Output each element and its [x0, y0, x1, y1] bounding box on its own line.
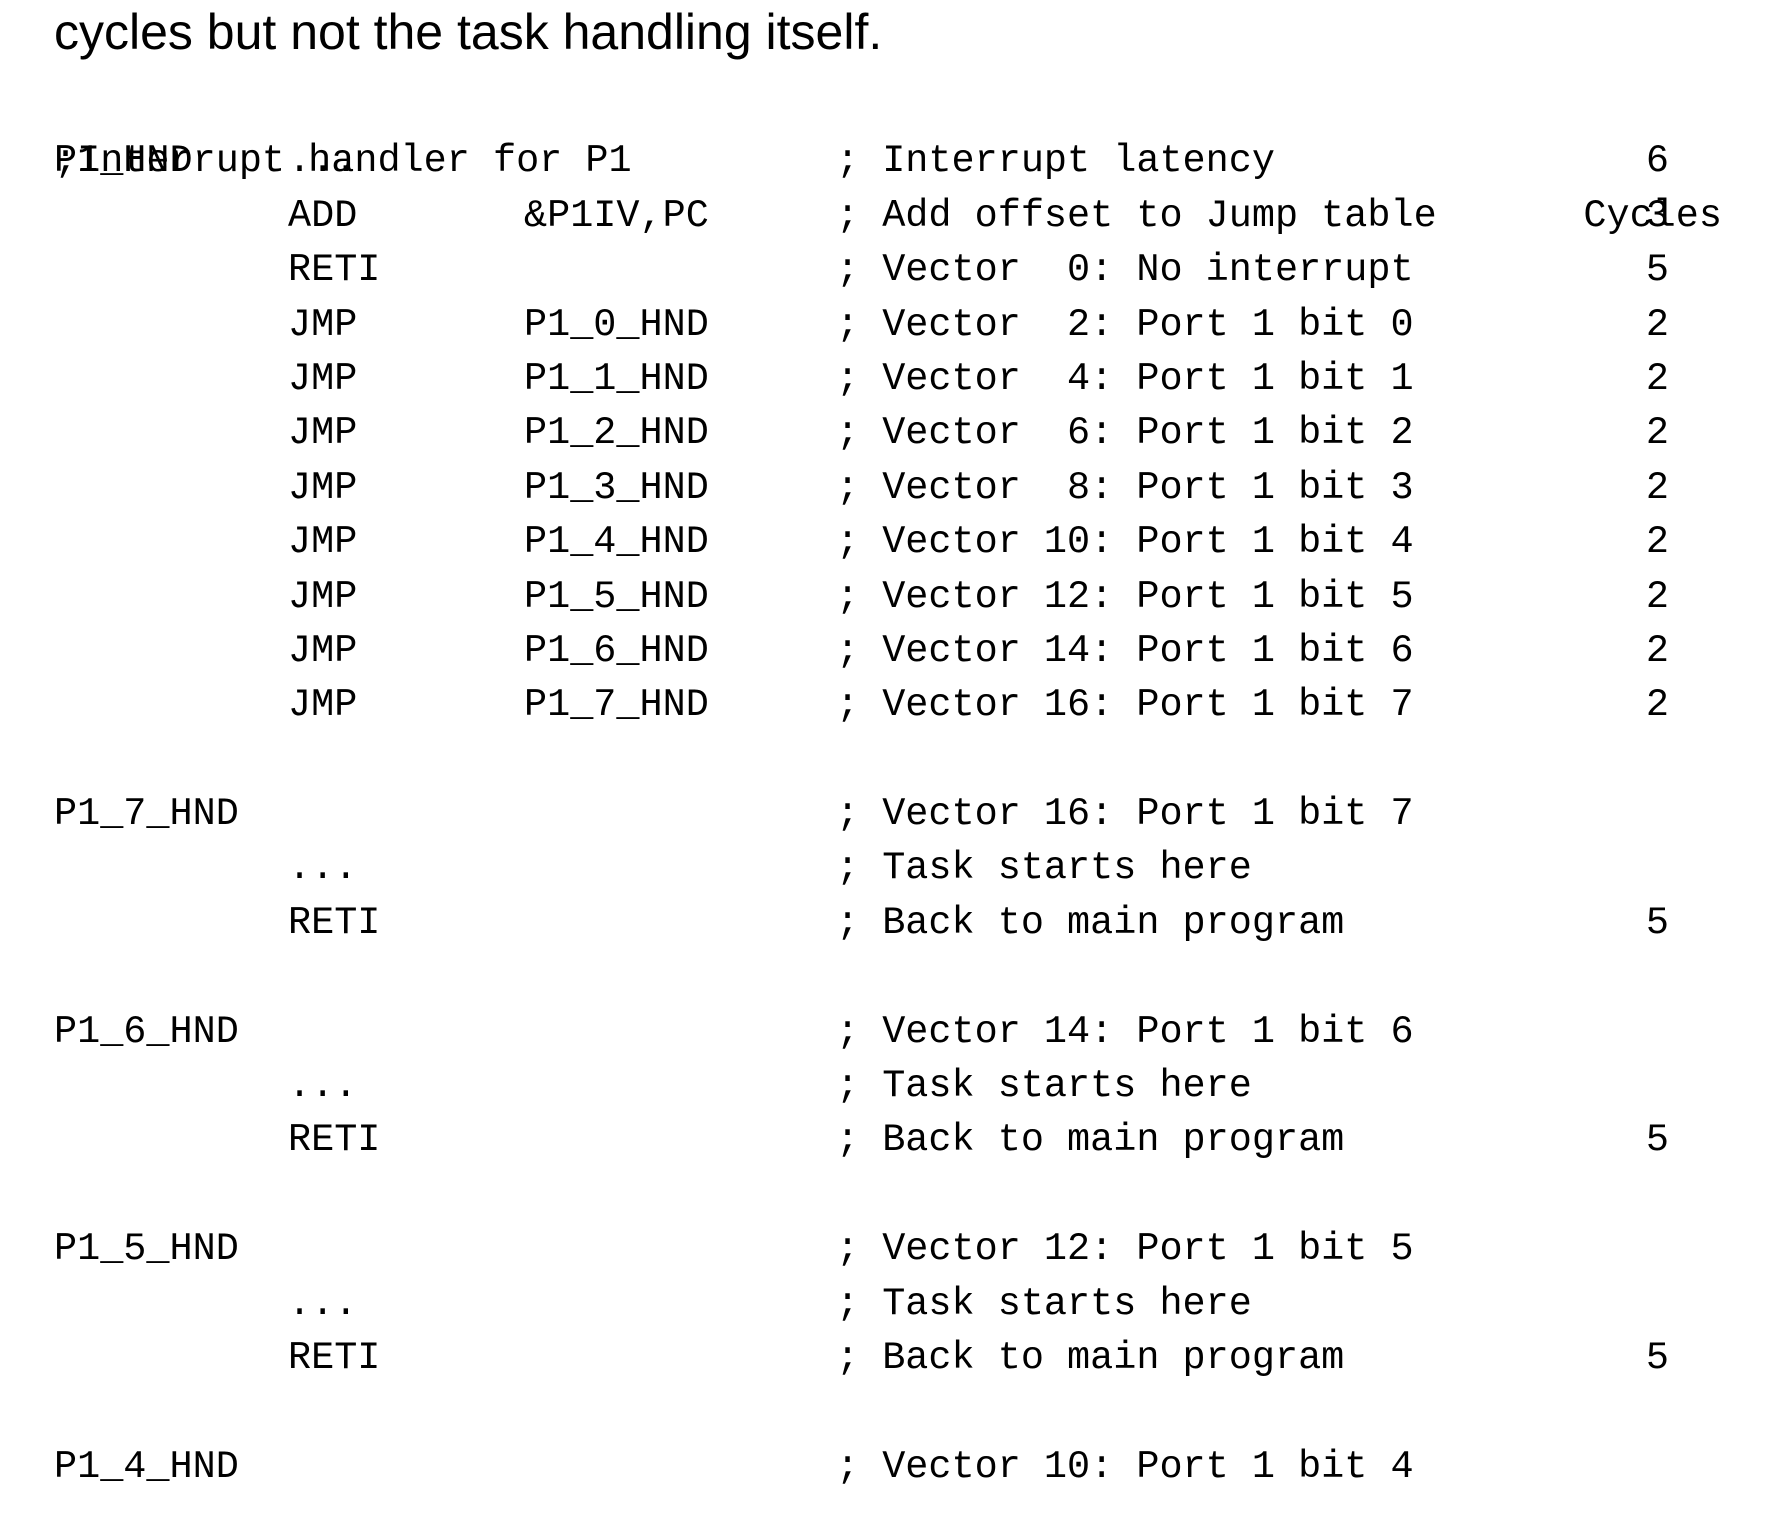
code-line: P1_5_HND ; Vector 12: Port 1 bit 5 [0, 1222, 1784, 1276]
cycle-count: 5 [1645, 248, 1669, 293]
code-line: RETI ; Back to main program 5 [0, 1113, 1784, 1167]
code-opcode: ... [288, 1281, 358, 1326]
code-opcode: JMP [288, 411, 358, 456]
code-line: ... ; Task starts here [0, 1277, 1784, 1331]
cycle-count: 2 [1645, 356, 1669, 401]
code-operand: &P1IV,PC [524, 193, 709, 238]
code-opcode: ADD [288, 193, 358, 238]
code-opcode: ... [288, 139, 358, 184]
code-label: P1_7_HND [54, 792, 239, 837]
code-opcode: RETI [288, 248, 381, 293]
code-operand: P1_4_HND [524, 520, 709, 565]
listing-header-row: ;Interrupt handler for P1 Cycles [0, 80, 1784, 237]
code-comment: ; Vector 4: Port 1 bit 1 [836, 356, 1414, 401]
code-comment: ; Task starts here [836, 846, 1252, 891]
code-comment: ; Vector 12: Port 1 bit 5 [836, 574, 1414, 619]
code-comment: ; Vector 10: Port 1 bit 4 [836, 1444, 1414, 1489]
code-operand: P1_0_HND [524, 302, 709, 347]
code-opcode: JMP [288, 356, 358, 401]
code-line: JMP P1_3_HND ; Vector 8: Port 1 bit 3 2 [0, 461, 1784, 515]
code-line: ADD &P1IV,PC ; Add offset to Jump table 3 [0, 189, 1784, 243]
code-line: RETI ; Back to main program 5 [0, 1331, 1784, 1385]
code-line: JMP P1_1_HND ; Vector 4: Port 1 bit 1 2 [0, 352, 1784, 406]
cycle-count: 2 [1645, 574, 1669, 619]
code-opcode: ... [288, 846, 358, 891]
code-line: P1_7_HND ; Vector 16: Port 1 bit 7 [0, 787, 1784, 841]
code-comment: ; Interrupt latency [836, 139, 1275, 184]
code-comment: ; Vector 10: Port 1 bit 4 [836, 520, 1414, 565]
code-line: JMP P1_6_HND ; Vector 14: Port 1 bit 6 2 [0, 624, 1784, 678]
cycle-count: 2 [1645, 628, 1669, 673]
code-line: JMP P1_7_HND ; Vector 16: Port 1 bit 7 2 [0, 678, 1784, 732]
code-operand: P1_2_HND [524, 411, 709, 456]
cycle-count: 2 [1645, 520, 1669, 565]
code-operand: P1_5_HND [524, 574, 709, 619]
code-opcode: JMP [288, 628, 358, 673]
code-opcode: RETI [288, 1118, 381, 1163]
code-line: P1_HND... ; Interrupt latency 6 [0, 134, 1784, 188]
code-operand: P1_6_HND [524, 628, 709, 673]
code-label: P1_6_HND [54, 1009, 239, 1054]
code-opcode: JMP [288, 683, 358, 728]
code-comment: ; Vector 14: Port 1 bit 6 [836, 1009, 1414, 1054]
code-comment: ; Task starts here [836, 1064, 1252, 1109]
code-label: P1_HND [54, 139, 193, 184]
cycle-count: 6 [1645, 139, 1669, 184]
code-comment: ; Vector 16: Port 1 bit 7 [836, 792, 1414, 837]
code-comment: ; Back to main program [836, 900, 1345, 945]
code-comment: ; Vector 6: Port 1 bit 2 [836, 411, 1414, 456]
code-comment: ; Add offset to Jump table [836, 193, 1437, 238]
code-opcode: RETI [288, 1335, 381, 1380]
code-label: P1_4_HND [54, 1444, 239, 1489]
code-opcode: RETI [288, 900, 381, 945]
assembly-listing: ;Interrupt handler for P1 Cycles P1_HND.… [0, 80, 1784, 1494]
code-line: RETI ; Back to main program 5 [0, 896, 1784, 950]
code-comment: ; Vector 16: Port 1 bit 7 [836, 683, 1414, 728]
code-comment: ; Back to main program [836, 1335, 1345, 1380]
code-opcode: JMP [288, 302, 358, 347]
code-comment: ; Task starts here [836, 1281, 1252, 1326]
code-comment: ; Vector 2: Port 1 bit 0 [836, 302, 1414, 347]
code-line: P1_4_HND ; Vector 10: Port 1 bit 4 [0, 1440, 1784, 1494]
code-comment: ; Vector 12: Port 1 bit 5 [836, 1227, 1414, 1272]
code-comment: ; Vector 0: No interrupt [836, 248, 1414, 293]
code-line: JMP P1_2_HND ; Vector 6: Port 1 bit 2 2 [0, 406, 1784, 460]
cycle-count: 2 [1645, 465, 1669, 510]
cycle-count: 2 [1645, 302, 1669, 347]
code-line: JMP P1_4_HND ; Vector 10: Port 1 bit 4 2 [0, 515, 1784, 569]
code-line: JMP P1_5_HND ; Vector 12: Port 1 bit 5 2 [0, 570, 1784, 624]
code-line: ... ; Task starts here [0, 841, 1784, 895]
code-comment: ; Back to main program [836, 1118, 1345, 1163]
cycle-count: 5 [1645, 1118, 1669, 1163]
code-line: JMP P1_0_HND ; Vector 2: Port 1 bit 0 2 [0, 298, 1784, 352]
listing-rows: P1_HND... ; Interrupt latency 6 ADD &P1IV,PC… [0, 134, 1784, 1494]
intro-text: cycles but not the task handling itself. [54, 4, 883, 60]
code-operand: P1_7_HND [524, 683, 709, 728]
code-line: RETI ; Vector 0: No interrupt 5 [0, 243, 1784, 297]
code-comment: ; Vector 14: Port 1 bit 6 [836, 628, 1414, 673]
code-opcode: ... [288, 1064, 358, 1109]
cycle-count: 5 [1645, 900, 1669, 945]
code-line: P1_6_HND ; Vector 14: Port 1 bit 6 [0, 1005, 1784, 1059]
cycle-count: 2 [1645, 683, 1669, 728]
code-label: P1_5_HND [54, 1227, 239, 1272]
cycle-count: 3 [1645, 193, 1669, 238]
code-operand: P1_1_HND [524, 356, 709, 401]
code-line: ... ; Task starts here [0, 1059, 1784, 1113]
code-comment: ; Vector 8: Port 1 bit 3 [836, 465, 1414, 510]
cycle-count: 2 [1645, 411, 1669, 456]
code-operand: P1_3_HND [524, 465, 709, 510]
code-opcode: JMP [288, 465, 358, 510]
cycle-count: 5 [1645, 1335, 1669, 1380]
code-opcode: JMP [288, 520, 358, 565]
code-opcode: JMP [288, 574, 358, 619]
